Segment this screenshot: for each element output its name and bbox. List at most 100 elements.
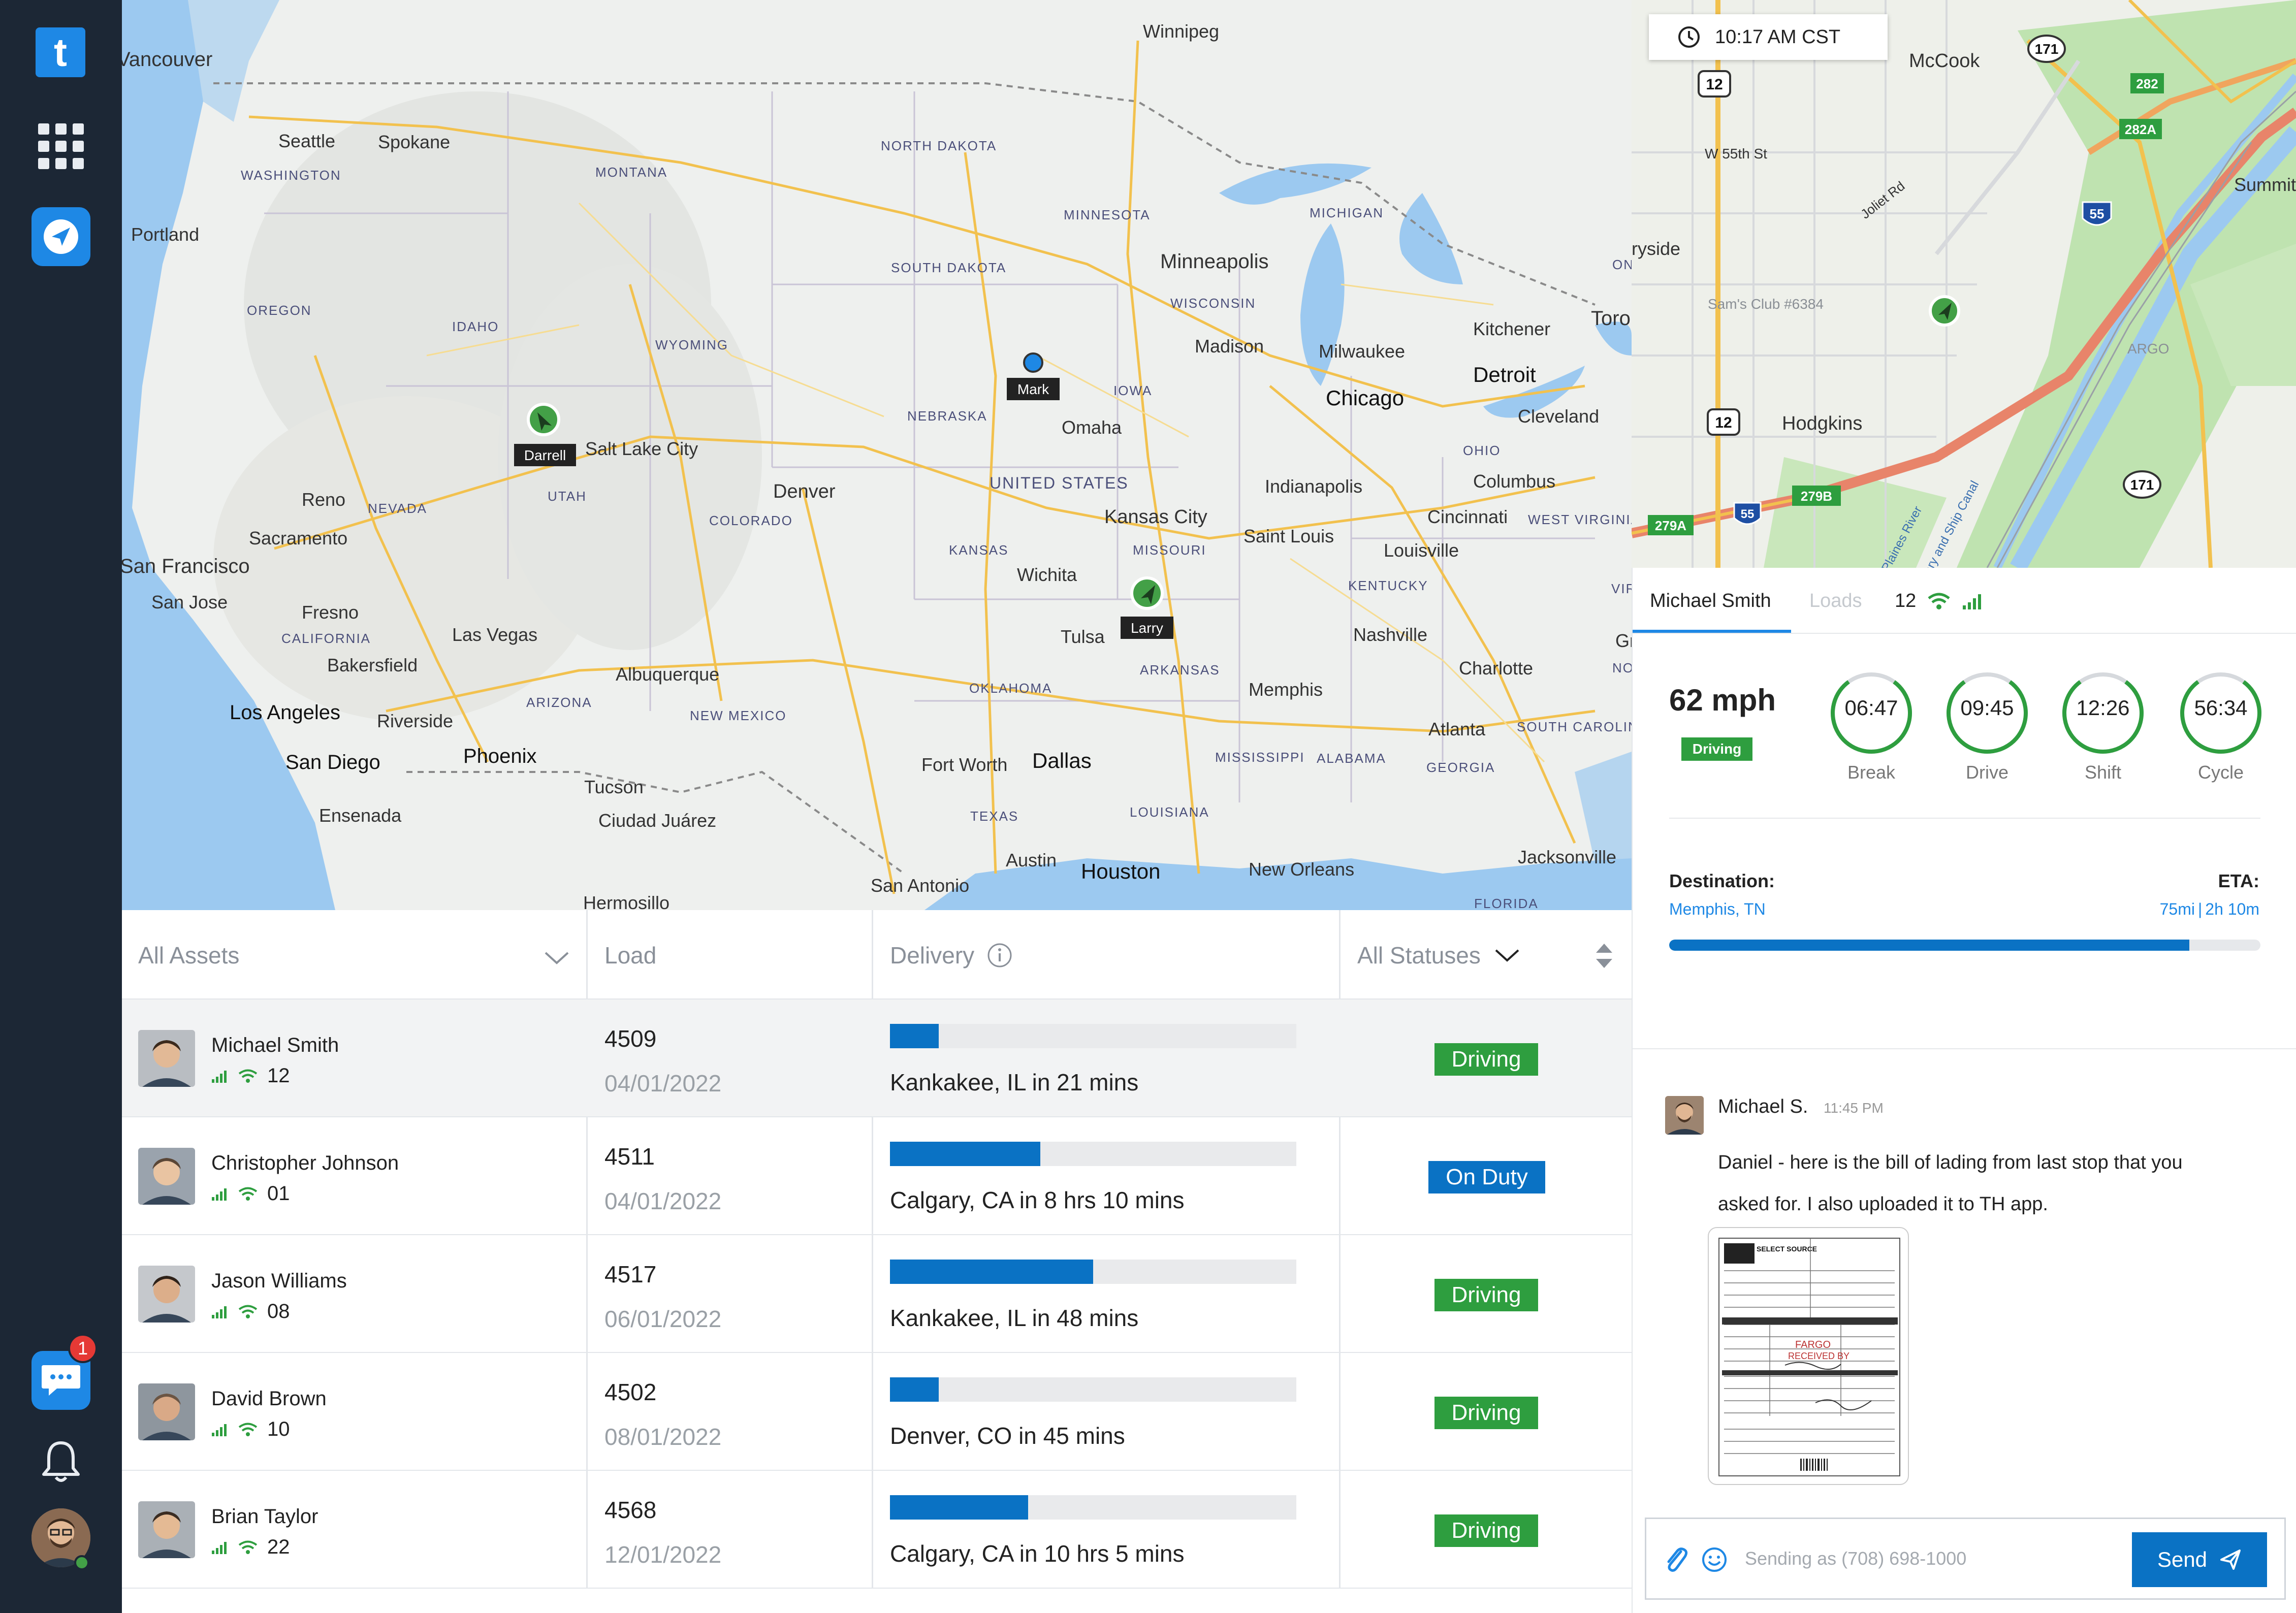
document-logo-text: SELECT SOURCE — [1757, 1245, 1817, 1253]
marker-label: Larry — [1131, 620, 1163, 636]
map-city-label: Sacramento — [249, 528, 347, 549]
map-city-label: Detroit — [1473, 363, 1536, 386]
assets-filter[interactable]: All Assets — [138, 942, 239, 969]
map-state-label: ARIZONA — [526, 695, 592, 710]
map-city-label: Winnipeg — [1143, 21, 1219, 42]
driver-name[interactable]: Jason Williams — [211, 1270, 347, 1293]
status-filter[interactable]: All Statuses — [1357, 942, 1521, 969]
detail-truck-marker[interactable] — [1929, 295, 1960, 327]
tracking-nav-button[interactable] — [31, 207, 90, 266]
message-input[interactable] — [1745, 1519, 2131, 1598]
map-city-label: Omaha — [1062, 417, 1122, 438]
delivery-column-header[interactable]: Delivery — [890, 942, 1013, 969]
chat-timestamp: 11:45 PM — [1824, 1100, 1884, 1116]
paperclip-icon[interactable] — [1664, 1544, 1689, 1575]
chevron-down-icon[interactable] — [543, 950, 571, 966]
fleet-map[interactable]: Winnipeg Seattle Spokane Portland Minnea… — [122, 0, 1632, 910]
load-number[interactable]: 4511 — [604, 1143, 655, 1170]
map-state-label: MISSISSIPPI — [1215, 750, 1305, 765]
load-number[interactable]: 4502 — [604, 1378, 656, 1406]
table-row[interactable]: Christopher Johnson 01 4511 04/01/2022 C… — [122, 1117, 1632, 1235]
left-nav-rail: t 1 — [0, 0, 122, 1613]
destination-link[interactable]: Memphis, TN — [1669, 900, 1766, 919]
break-time: 06:47 — [1844, 696, 1898, 720]
shift-time: 12:26 — [2076, 696, 2130, 720]
tab-driver[interactable]: Michael Smith — [1650, 590, 1771, 612]
driver-name[interactable]: Brian Taylor — [211, 1505, 318, 1528]
table-row[interactable]: Jason Williams 08 4517 06/01/2022 Kankak… — [122, 1235, 1632, 1353]
driver-detail-map[interactable]: McCook W 55th St Joliet Rd Summit ryside… — [1632, 0, 2296, 568]
bill-of-lading-attachment[interactable]: SELECT SOURCE FARGO RECEIVED BY — [1708, 1227, 1909, 1485]
driver-detail-map-canvas[interactable]: McCook W 55th St Joliet Rd Summit ryside… — [1632, 0, 2296, 568]
signal-bars-icon — [212, 1306, 227, 1318]
document-thumbnail: SELECT SOURCE FARGO RECEIVED BY — [1718, 1238, 1900, 1476]
signal-bars-icon — [212, 1541, 227, 1554]
load-number[interactable]: 4517 — [604, 1261, 656, 1288]
emoji-icon[interactable] — [1700, 1545, 1729, 1574]
status-badge: On Duty — [1428, 1161, 1545, 1193]
map-city-label: Columbus — [1473, 471, 1555, 492]
info-icon[interactable] — [986, 942, 1013, 969]
table-row[interactable]: Brian Taylor 22 4568 12/01/2022 Calgary,… — [122, 1471, 1632, 1589]
map-state-label: ONTARIO — [1612, 257, 1632, 272]
sort-icon[interactable] — [1594, 942, 1614, 970]
driver-name[interactable]: Michael Smith — [211, 1034, 339, 1057]
load-number[interactable]: 4568 — [604, 1496, 656, 1524]
map-city-label: Las Vegas — [452, 624, 537, 645]
tab-truck[interactable]: 12 — [1895, 590, 1984, 612]
wifi-icon — [1928, 593, 1950, 609]
online-status-dot — [74, 1555, 89, 1570]
notifications-button[interactable] — [31, 1432, 90, 1491]
detail-map-label: Summit — [2234, 174, 2296, 195]
map-city-label: Atlanta — [1428, 719, 1486, 739]
driver-name[interactable]: David Brown — [211, 1388, 327, 1410]
table-header: All Assets Load Delivery All Statuses — [122, 910, 1632, 999]
delivery-eta: Kankakee, IL in 21 mins — [890, 1069, 1139, 1095]
document-stamp: FARGO — [1795, 1339, 1831, 1350]
delivery-eta: Kankakee, IL in 48 mins — [890, 1305, 1139, 1331]
status-filter-label: All Statuses — [1357, 942, 1481, 969]
map-state-label: OREGON — [247, 303, 312, 318]
truck-number: 12 — [1895, 590, 1917, 611]
tab-loads[interactable]: Loads — [1809, 590, 1862, 612]
navigation-arrow-icon — [44, 219, 78, 254]
map-city-label: Houston — [1081, 859, 1160, 883]
map-state-label: COLORADO — [709, 513, 793, 528]
app-logo[interactable]: t — [36, 27, 85, 77]
send-button[interactable]: Send — [2132, 1532, 2267, 1587]
driver-avatar — [138, 1383, 195, 1440]
svg-text:282: 282 — [2136, 76, 2158, 91]
table-row[interactable]: David Brown 10 4502 08/01/2022 Denver, C… — [122, 1353, 1632, 1471]
driver-meta: 08 — [211, 1300, 290, 1323]
load-number[interactable]: 4509 — [604, 1025, 656, 1052]
chat-sender-avatar — [1665, 1096, 1704, 1135]
delivery-eta: Calgary, CA in 8 hrs 10 mins — [890, 1187, 1185, 1213]
map-city-label: Milwaukee — [1319, 341, 1405, 362]
map-marker-larry[interactable]: Larry — [1121, 576, 1173, 639]
clock-icon — [1678, 26, 1700, 48]
assets-table: All Assets Load Delivery All Statuses Mi… — [122, 910, 1632, 1613]
map-state-label: MICHIGAN — [1310, 205, 1384, 220]
svg-text:171: 171 — [2035, 41, 2059, 57]
driver-avatar-image — [138, 1266, 195, 1322]
apps-grid-button[interactable] — [31, 117, 90, 176]
unread-badge: 1 — [68, 1334, 98, 1363]
driver-meta: 22 — [211, 1536, 290, 1559]
detail-map-label: ryside — [1632, 238, 1680, 259]
driver-name[interactable]: Christopher Johnson — [211, 1152, 399, 1175]
map-state-label: NEBRASKA — [907, 408, 987, 424]
map-state-label: WASHINGTON — [241, 168, 341, 183]
load-column-header[interactable]: Load — [604, 942, 656, 969]
wifi-icon — [238, 1187, 258, 1201]
table-row[interactable]: Michael Smith 12 4509 04/01/2022 Kankake… — [122, 999, 1632, 1117]
truck-number: 08 — [267, 1300, 290, 1322]
map-marker-mark[interactable]: Mark — [1007, 352, 1060, 400]
svg-text:12: 12 — [1715, 414, 1732, 431]
delivery-progress-fill — [890, 1260, 1093, 1284]
fleet-map-canvas[interactable]: Winnipeg Seattle Spokane Portland Minnea… — [122, 0, 1632, 910]
map-city-label: Wichita — [1017, 564, 1077, 585]
map-state-label: NORTH CAROLINA — [1612, 660, 1632, 675]
map-state-label: MISSOURI — [1133, 542, 1206, 558]
svg-text:171: 171 — [2130, 477, 2154, 493]
status-badge: Driving — [1434, 1397, 1538, 1429]
